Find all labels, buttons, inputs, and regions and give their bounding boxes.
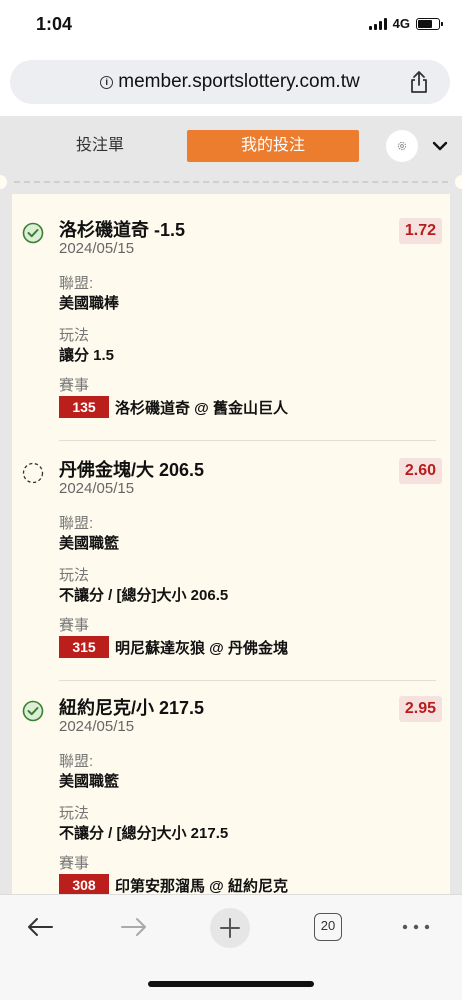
league-label: 聯盟: [59, 515, 94, 532]
market-value: 讓分 1.5 [59, 347, 115, 364]
bet-selection: 丹佛金塊/大 206.5 [59, 460, 205, 480]
address-bar[interactable]: i member.sportslottery.com.tw [10, 60, 450, 104]
event-code-badge: 308 [59, 874, 109, 894]
bet-date: 2024/05/15 [59, 480, 135, 497]
settings-button[interactable] [386, 130, 418, 162]
network-label: 4G [392, 16, 410, 31]
url-text[interactable]: member.sportslottery.com.tw [118, 71, 359, 93]
market-value: 不讓分 / [總分]大小 206.5 [59, 587, 229, 604]
signal-icon [368, 17, 387, 30]
event-name: 洛杉磯道奇 @ 舊金山巨人 [115, 399, 288, 417]
share-icon[interactable] [408, 70, 430, 94]
market-label: 玩法 [59, 567, 90, 584]
dashed-circle-icon [22, 462, 44, 484]
tabs-count: 20 [314, 913, 342, 941]
tab-betslip[interactable]: 投注單 [60, 132, 140, 160]
check-circle-icon [22, 222, 44, 244]
check-circle-icon [22, 700, 44, 722]
event-row: 315 明尼蘇達灰狼 @ 丹佛金塊 [59, 636, 288, 658]
bet-item[interactable]: 洛杉磯道奇 -1.5 2024/05/15 1.72 聯盟: 美國職棒 玩法 讓… [12, 216, 450, 436]
battery-icon [416, 17, 443, 30]
bet-selection: 洛杉磯道奇 -1.5 [59, 220, 186, 240]
event-row: 135 洛杉磯道奇 @ 舊金山巨人 [59, 396, 288, 418]
event-label: 賽事 [59, 377, 90, 394]
new-tab-button[interactable] [209, 907, 251, 949]
bets-card: 洛杉磯道奇 -1.5 2024/05/15 1.72 聯盟: 美國職棒 玩法 讓… [12, 194, 450, 894]
arrow-right-icon [121, 918, 146, 936]
more-dots-icon [402, 924, 430, 930]
league-value: 美國職棒 [59, 295, 120, 312]
plus-icon [210, 908, 250, 948]
bet-item[interactable]: 丹佛金塊/大 206.5 2024/05/15 2.60 聯盟: 美國職籃 玩法… [12, 456, 450, 676]
event-code-badge: 135 [59, 396, 109, 418]
event-label: 賽事 [59, 855, 90, 872]
ticket-notch-right [455, 175, 462, 189]
bet-tabs: 投注單 我的投注 [0, 116, 462, 178]
bet-divider [59, 440, 436, 441]
bet-odds: 2.60 [398, 458, 442, 484]
bet-odds: 2.95 [398, 696, 442, 722]
page-content: 投注單 我的投注 洛杉磯道奇 -1.5 2024/05/15 1.72 聯盟: [0, 116, 462, 894]
chevron-down-icon[interactable] [430, 136, 450, 156]
tabs-button[interactable]: 20 [310, 909, 346, 945]
status-bar: 1:04 4G [0, 0, 462, 50]
event-label: 賽事 [59, 617, 90, 634]
arrow-left-icon [28, 918, 53, 936]
league-label: 聯盟: [59, 753, 94, 770]
bet-selection: 紐約尼克/小 217.5 [59, 698, 205, 718]
league-label: 聯盟: [59, 275, 94, 292]
event-name: 印第安那溜馬 @ 紐約尼克 [115, 877, 288, 895]
bet-item[interactable]: 紐約尼克/小 217.5 2024/05/15 2.95 聯盟: 美國職籃 玩法… [12, 694, 450, 894]
bet-odds: 1.72 [398, 218, 442, 244]
event-name: 明尼蘇達灰狼 @ 丹佛金塊 [115, 639, 288, 657]
status-indicators: 4G [368, 16, 443, 31]
bet-date: 2024/05/15 [59, 718, 135, 735]
ticket-divider [0, 178, 462, 186]
market-label: 玩法 [59, 805, 90, 822]
league-value: 美國職籃 [59, 535, 120, 552]
league-value: 美國職籃 [59, 773, 120, 790]
bet-divider [59, 680, 436, 681]
forward-button[interactable] [116, 909, 152, 945]
gear-icon [397, 141, 407, 151]
bet-date: 2024/05/15 [59, 240, 135, 257]
market-label: 玩法 [59, 327, 90, 344]
more-menu-button[interactable] [398, 909, 434, 945]
back-button[interactable] [22, 909, 58, 945]
info-icon[interactable]: i [100, 75, 114, 89]
market-value: 不讓分 / [總分]大小 217.5 [59, 825, 229, 842]
tab-my-bets[interactable]: 我的投注 [187, 130, 359, 162]
event-code-badge: 315 [59, 636, 109, 658]
home-indicator[interactable] [148, 981, 314, 987]
status-time: 1:04 [36, 14, 73, 34]
event-row: 308 印第安那溜馬 @ 紐約尼克 [59, 874, 288, 894]
